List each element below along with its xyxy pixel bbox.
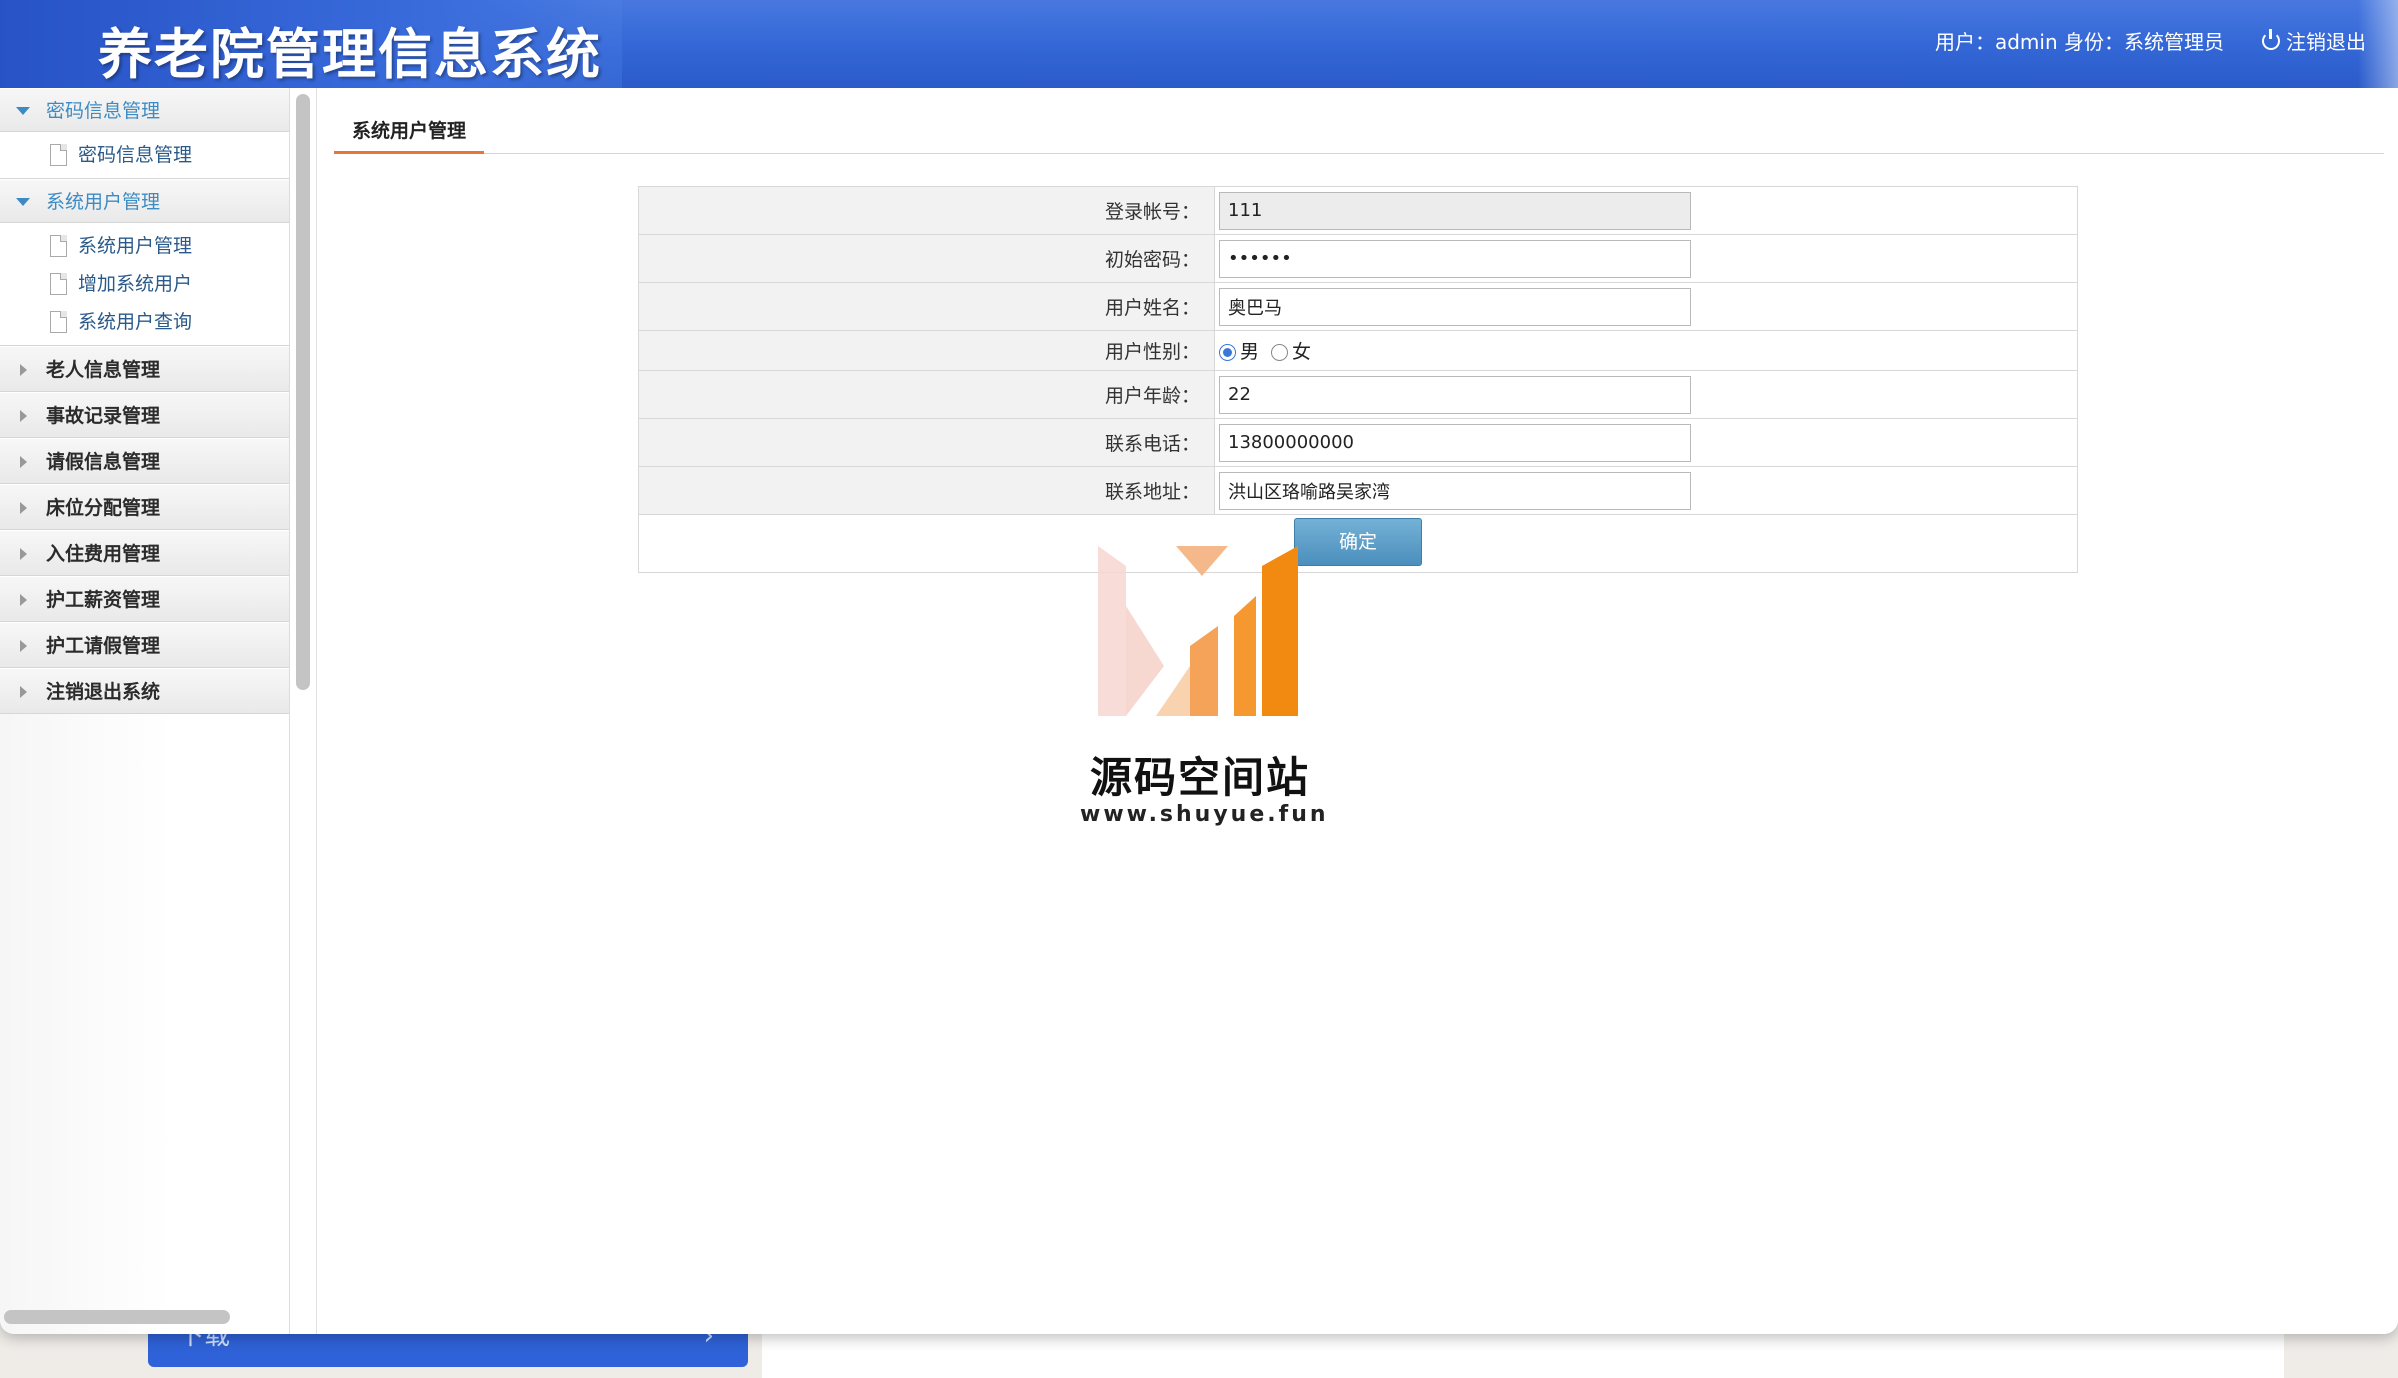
account-label: 登录帐号： [638, 186, 1215, 235]
gender-female-label: 女 [1292, 341, 1312, 363]
header-bar: 养老院管理信息系统 用户：admin 身份：系统管理员 注销退出 [0, 0, 2398, 88]
form-row-gender: 用户性别： 男 女 [638, 330, 2078, 371]
sidebar-group-label: 护工薪资管理 [46, 589, 161, 611]
user-info: 用户：admin 身份：系统管理员 [1934, 30, 2224, 54]
caret-right-icon [20, 594, 27, 606]
app-window: 养老院管理信息系统 用户：admin 身份：系统管理员 注销退出 密码信息管理 … [0, 0, 2398, 1334]
name-input[interactable] [1219, 287, 1691, 326]
sidebar-group-logout-system[interactable]: 注销退出系统 [0, 668, 289, 714]
sidebar-group-password[interactable]: 密码信息管理 [0, 88, 289, 132]
header-fade [2358, 0, 2398, 88]
gender-female-radio[interactable] [1271, 344, 1289, 361]
sidebar-group-system-users[interactable]: 系统用户管理 [0, 179, 289, 223]
sidebar-group-label: 请假信息管理 [46, 451, 161, 473]
caret-right-icon [20, 456, 27, 468]
age-label: 用户年龄： [638, 370, 1215, 419]
gender-male-label: 男 [1240, 341, 1260, 363]
app-title: 养老院管理信息系统 [98, 23, 602, 86]
sidebar-item-add-system-user[interactable]: 增加系统用户 [0, 265, 289, 303]
sidebar-group-label: 老人信息管理 [46, 359, 161, 381]
main-content: 系统用户管理 登录帐号： 初始密码： 用户姓名： [318, 88, 2398, 1334]
sidebar-group-checkin-fees[interactable]: 入住费用管理 [0, 530, 289, 576]
sidebar-item-password-info[interactable]: 密码信息管理 [0, 136, 289, 174]
form-row-name: 用户姓名： [638, 282, 2078, 331]
caret-right-icon [20, 410, 27, 422]
address-label: 联系地址： [638, 466, 1215, 515]
sidebar-group-label: 事故记录管理 [46, 405, 161, 427]
sidebar-group-elder-info[interactable]: 老人信息管理 [0, 346, 289, 392]
logout-label: 注销退出 [2286, 30, 2366, 54]
age-input[interactable] [1219, 375, 1691, 414]
power-icon [2262, 28, 2280, 50]
caret-right-icon [20, 686, 27, 698]
sidebar-group-accident-records[interactable]: 事故记录管理 [0, 392, 289, 438]
caret-right-icon [20, 364, 27, 376]
password-label: 初始密码： [638, 234, 1215, 283]
address-input[interactable] [1219, 471, 1691, 510]
document-icon [50, 144, 67, 166]
sidebar-group-label: 密码信息管理 [46, 100, 161, 122]
form-row-phone: 联系电话： [638, 418, 2078, 467]
sidebar-sublist-password: 密码信息管理 [0, 132, 289, 179]
sidebar-vertical-scrollbar[interactable] [296, 94, 310, 690]
password-input[interactable] [1219, 239, 1691, 278]
form-row-address: 联系地址： [638, 466, 2078, 515]
sidebar-horizontal-scrollbar[interactable] [4, 1310, 230, 1324]
sidebar-group-label: 护工请假管理 [46, 635, 161, 657]
caret-right-icon [20, 548, 27, 560]
sidebar-item-label: 增加系统用户 [78, 273, 193, 295]
form-row-account: 登录帐号： [638, 186, 2078, 235]
document-icon [50, 273, 67, 295]
phone-label: 联系电话： [638, 418, 1215, 467]
gender-label: 用户性别： [638, 330, 1215, 371]
sidebar-item-label: 密码信息管理 [78, 144, 193, 166]
watermark-name: 源码空间站 [1090, 753, 1311, 802]
watermark-url: www.shuyue.fun [1080, 802, 1329, 827]
document-icon [50, 235, 67, 257]
caret-down-icon [16, 107, 30, 115]
sidebar-group-caregiver-salary[interactable]: 护工薪资管理 [0, 576, 289, 622]
sidebar-item-label: 系统用户管理 [78, 235, 193, 257]
sidebar-group-caregiver-leave[interactable]: 护工请假管理 [0, 622, 289, 668]
document-icon [50, 311, 67, 333]
sidebar: 密码信息管理 密码信息管理 系统用户管理 系统用户管理 增加系统用户 系统用户查… [0, 88, 290, 1334]
tab-bar: 系统用户管理 [334, 108, 2384, 154]
logout-button[interactable]: 注销退出 [2262, 26, 2366, 55]
caret-right-icon [20, 502, 27, 514]
gender-male-radio[interactable] [1219, 344, 1236, 361]
form-row-age: 用户年龄： [638, 370, 2078, 419]
account-input[interactable] [1219, 191, 1691, 230]
sidebar-sublist-system-users: 系统用户管理 增加系统用户 系统用户查询 [0, 223, 289, 346]
sidebar-item-label: 系统用户查询 [78, 311, 193, 333]
form-row-password: 初始密码： [638, 234, 2078, 283]
caret-down-icon [16, 198, 30, 206]
user-form: 登录帐号： 初始密码： 用户姓名： 用户性别： [638, 186, 2078, 573]
sidebar-group-label: 入住费用管理 [46, 543, 161, 565]
sidebar-item-query-system-user[interactable]: 系统用户查询 [0, 303, 289, 341]
sidebar-divider [316, 88, 317, 1334]
phone-input[interactable] [1219, 423, 1691, 462]
caret-right-icon [20, 640, 27, 652]
sidebar-group-label: 床位分配管理 [46, 497, 161, 519]
tab-system-user-manage[interactable]: 系统用户管理 [334, 108, 485, 154]
gender-radio-group: 男 女 [1219, 337, 2077, 364]
sidebar-group-label: 注销退出系统 [46, 681, 161, 703]
sidebar-group-label: 系统用户管理 [46, 191, 161, 213]
title-box: 养老院管理信息系统 [0, 0, 622, 88]
sidebar-item-system-user-manage[interactable]: 系统用户管理 [0, 227, 289, 265]
name-label: 用户姓名： [638, 282, 1215, 331]
sidebar-group-leave-info[interactable]: 请假信息管理 [0, 438, 289, 484]
sidebar-group-bed-allocation[interactable]: 床位分配管理 [0, 484, 289, 530]
